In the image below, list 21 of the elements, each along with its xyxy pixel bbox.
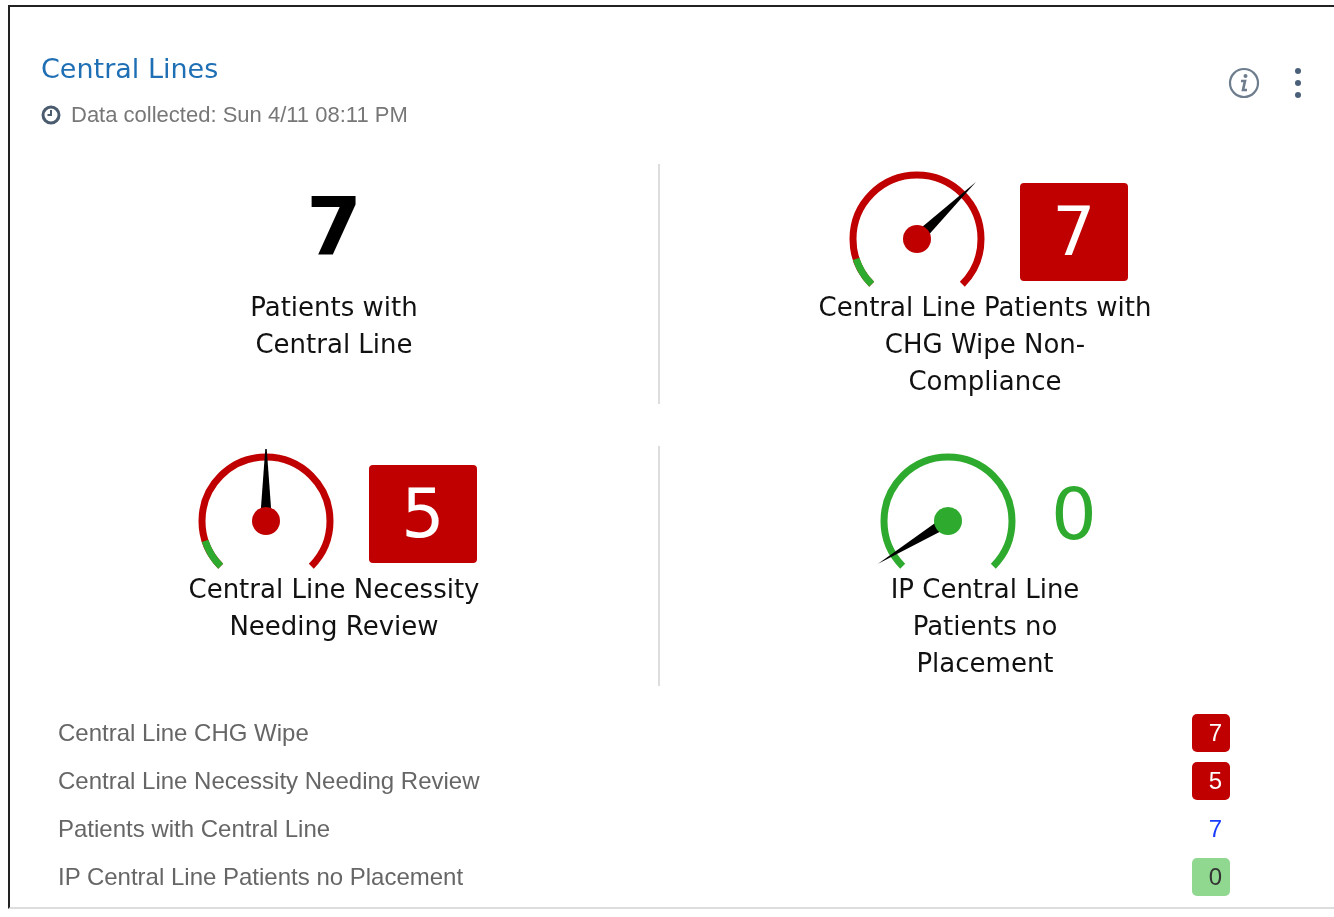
card-title[interactable]: Central Lines <box>41 53 408 84</box>
metric-value: 7 <box>306 180 362 273</box>
legend-label[interactable]: Central Line Necessity Needing Review <box>58 767 480 795</box>
clock-icon <box>41 105 61 125</box>
metric-label: IP Central Line Patients no Placement <box>889 573 1081 680</box>
metric-label: Central Line Necessity Needing Review <box>187 573 481 643</box>
count-badge: 0 <box>1192 858 1230 896</box>
metric-label: Patients with Central Line <box>249 291 419 361</box>
info-icon[interactable] <box>1228 67 1260 99</box>
count-badge: 7 <box>1020 182 1128 281</box>
collected-time: Data collected: Sun 4/11 08:11 PM <box>71 102 408 128</box>
metric-label: Central Line Patients with CHG Wipe Non-Compliance <box>817 291 1153 398</box>
count-badge: 5 <box>1192 762 1230 800</box>
count-badge: 5 <box>369 464 477 563</box>
legend-label[interactable]: Patients with Central Line <box>58 815 331 843</box>
legend-label[interactable]: Central Line CHG Wipe <box>58 719 309 747</box>
more-options-icon[interactable] <box>1294 67 1302 99</box>
legend-label[interactable]: IP Central Line Patients no Placement <box>58 863 464 891</box>
count-value: 7 <box>1207 814 1223 844</box>
count-badge: 7 <box>1192 714 1230 752</box>
metric-value: 0 <box>1051 471 1097 556</box>
